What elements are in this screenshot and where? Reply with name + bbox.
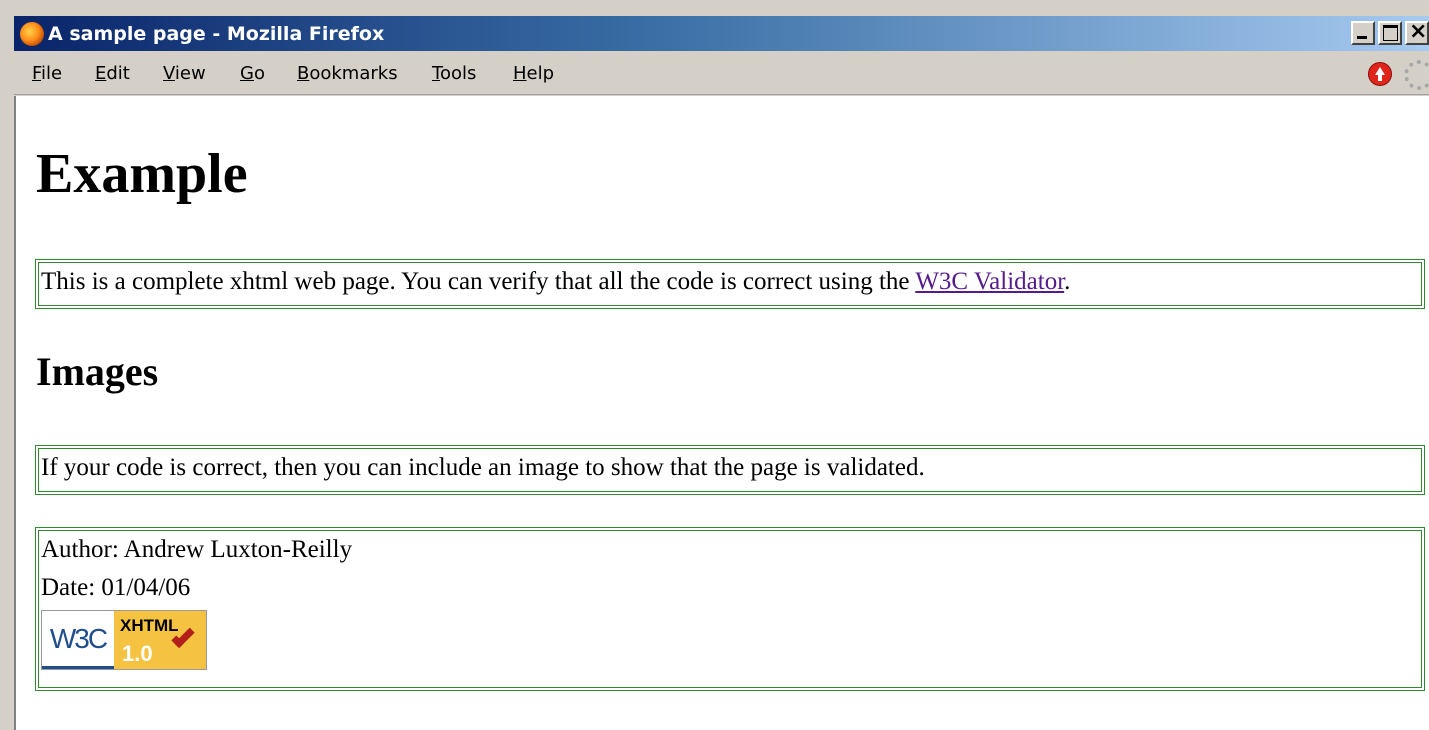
menu-view-label: iew: [174, 63, 206, 84]
page-content: Example This is a complete xhtml web pag…: [14, 96, 1429, 730]
menu-bookmarks-accel: B: [297, 63, 310, 84]
menu-edit-accel: E: [95, 63, 107, 84]
images-heading: Images: [36, 349, 159, 394]
intro-text: This is a complete xhtml web page. You c…: [41, 268, 916, 295]
close-button[interactable]: [1405, 19, 1429, 45]
menu-tools[interactable]: Tools: [432, 63, 476, 84]
minimize-button[interactable]: [1351, 21, 1375, 45]
menu-bookmarks-label: ookmarks: [309, 63, 398, 84]
images-box: If your code is correct, then you can in…: [35, 445, 1425, 495]
w3c-validator-link[interactable]: W3C Validator: [915, 268, 1064, 295]
menu-tools-label: ools: [439, 63, 477, 84]
w3c-logo: W3C: [42, 611, 114, 669]
menu-file[interactable]: File: [32, 63, 62, 84]
firefox-icon[interactable]: [20, 21, 44, 46]
window-controls: [1351, 19, 1429, 45]
intro-end: .: [1064, 268, 1071, 295]
xhtml-label: XHTML: [120, 616, 179, 635]
page-heading: Example: [36, 143, 248, 205]
menu-bookmarks[interactable]: Bookmarks: [297, 63, 398, 84]
menu-bar: File Edit View Go Bookmarks Tools Help: [14, 53, 1429, 95]
menu-file-label: ile: [41, 63, 63, 84]
menu-view-accel: V: [163, 63, 175, 84]
menu-go[interactable]: Go: [240, 63, 265, 84]
menu-go-label: o: [253, 63, 265, 84]
intro-box: This is a complete xhtml web page. You c…: [35, 259, 1425, 309]
images-paragraph: If your code is correct, then you can in…: [41, 454, 925, 481]
xhtml-version: 1.0: [122, 641, 153, 666]
menu-help[interactable]: Help: [513, 63, 554, 84]
maximize-button[interactable]: [1378, 21, 1402, 45]
date-line: Date: 01/04/06: [41, 573, 191, 601]
throbber-icon: [1404, 60, 1429, 90]
menu-tools-accel: T: [432, 63, 440, 84]
author-line: Author: Andrew Luxton-Reilly: [41, 536, 353, 563]
title-bar[interactable]: A sample page - Mozilla Firefox: [14, 16, 1429, 51]
intro-paragraph: This is a complete xhtml web page. You c…: [41, 263, 1419, 301]
menu-go-accel: G: [240, 63, 254, 84]
valid-xhtml-badge[interactable]: W3C XHTML 1.0: [41, 610, 207, 670]
footer-box: Author: Andrew Luxton-Reilly Date: 01/04…: [35, 527, 1425, 691]
xhtml-logo: XHTML 1.0: [114, 611, 206, 669]
browser-window: A sample page - Mozilla Firefox File Edi…: [0, 0, 1429, 730]
menu-edit-label: dit: [106, 63, 130, 84]
menu-help-label: elp: [526, 63, 555, 84]
menu-file-accel: F: [32, 63, 42, 84]
update-alert-icon[interactable]: [1368, 62, 1392, 86]
menu-view[interactable]: View: [163, 63, 206, 84]
menu-help-accel: H: [513, 63, 527, 84]
window-title: A sample page - Mozilla Firefox: [48, 22, 385, 45]
menu-edit[interactable]: Edit: [95, 63, 130, 84]
